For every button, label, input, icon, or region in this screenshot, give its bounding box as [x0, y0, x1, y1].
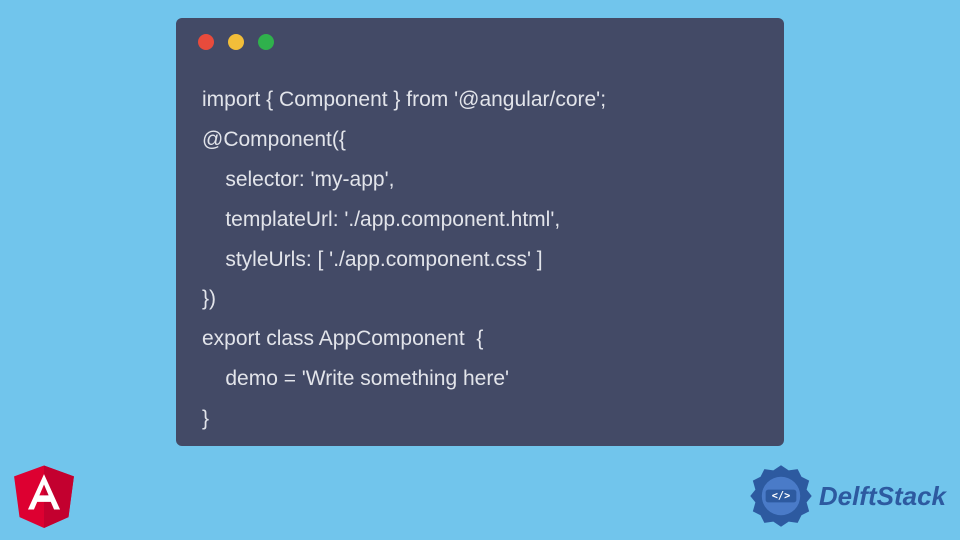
- delftstack-brand: </> DelftStack: [749, 464, 946, 528]
- maximize-dot-icon: [258, 34, 274, 50]
- code-line: templateUrl: './app.component.html',: [202, 208, 560, 231]
- code-line: import { Component } from '@angular/core…: [202, 88, 606, 111]
- code-line: }): [202, 287, 216, 310]
- code-line: styleUrls: [ './app.component.css' ]: [202, 248, 543, 271]
- delftstack-badge-icon: </>: [749, 464, 813, 528]
- svg-text:</>: </>: [772, 490, 791, 502]
- code-body: import { Component } from '@angular/core…: [176, 66, 784, 461]
- code-line: selector: 'my-app',: [202, 168, 394, 191]
- code-line: }: [202, 407, 209, 430]
- delftstack-brand-text: DelftStack: [819, 481, 946, 512]
- code-line: export class AppComponent {: [202, 327, 483, 350]
- close-dot-icon: [198, 34, 214, 50]
- code-window: import { Component } from '@angular/core…: [176, 18, 784, 446]
- code-line: demo = 'Write something here': [202, 367, 509, 390]
- code-line: @Component({: [202, 128, 346, 151]
- window-titlebar: [176, 18, 784, 66]
- minimize-dot-icon: [228, 34, 244, 50]
- angular-logo-icon: [10, 458, 78, 530]
